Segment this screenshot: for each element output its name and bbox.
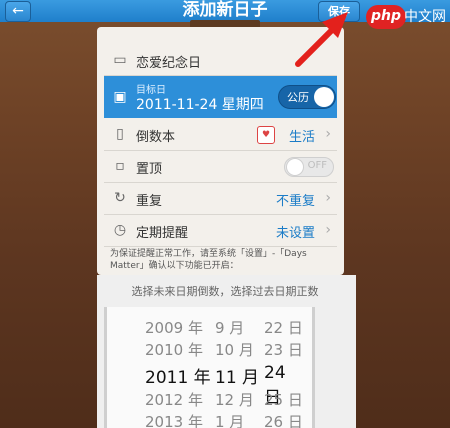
event-name-label: 恋爱纪念日 [136, 56, 202, 71]
month-option[interactable]: 12 月 [215, 389, 260, 410]
watermark-text: 中文网 [404, 9, 446, 25]
countdown-book-label: 倒数本 [136, 130, 176, 145]
briefcase-icon: ▭ [113, 52, 127, 68]
year-option[interactable]: 2011 年 [145, 363, 215, 388]
picker-hint: 选择未来日期倒数，选择过去日期正数 [131, 285, 319, 298]
year-option[interactable]: 2012 年 [145, 389, 215, 410]
target-date-value: 2011-11-24 星期四 [136, 97, 264, 113]
year-column[interactable]: 2009 年 2010 年 2011 年 2012 年 2013 年 [145, 307, 215, 428]
watermark-logo: php [366, 5, 407, 29]
countdown-book-value: 生活 [288, 130, 315, 145]
chevron-right-icon: › [325, 190, 331, 206]
year-option[interactable]: 2009 年 [145, 317, 215, 338]
toggle-knob [314, 87, 334, 107]
month-option[interactable]: 1 月 [215, 411, 260, 428]
toggle-knob [286, 158, 304, 176]
repeat-icon: ↻ [114, 190, 126, 206]
pin-label: 置顶 [136, 162, 163, 177]
repeat-label: 重复 [136, 194, 163, 209]
day-column[interactable]: 22 日 23 日 24 日 25 日 26 日 [264, 307, 304, 428]
calendar-type-label: 公历 [287, 91, 309, 104]
reminder-label: 定期提醒 [136, 226, 189, 241]
month-option[interactable]: 11 月 [215, 363, 260, 388]
reminder-value: 未设置 [275, 226, 315, 241]
day-option[interactable]: 22 日 [264, 317, 304, 338]
year-option[interactable]: 2010 年 [145, 339, 215, 360]
annotation-arrow [295, 12, 348, 67]
pin-toggle[interactable]: OFF [284, 157, 334, 177]
target-date-row[interactable]: ▣ 目标日 2011-11-24 星期四 公历 [104, 76, 337, 118]
pin-toggle-text: OFF [307, 160, 327, 171]
calendar-icon: ▣ [113, 89, 127, 105]
year-option[interactable]: 2013 年 [145, 411, 215, 428]
countdown-book-row[interactable]: ▯ 倒数本 ♥ 生活 › [104, 119, 337, 151]
pin-row: ▫ 置顶 OFF [104, 151, 337, 183]
site-watermark: php 中文网 [366, 5, 450, 29]
book-icon: ▯ [116, 126, 124, 142]
day-option[interactable]: 25 日 [264, 389, 304, 410]
reminder-row[interactable]: ◷ 定期提醒 未设置 › [104, 215, 337, 247]
app-screen: ← 添加新日子 保存 php 中文网 ▭ 恋爱纪念日 ▣ 目标日 2011-11… [0, 0, 450, 428]
chevron-right-icon: › [325, 126, 331, 142]
reminder-note: 为保证提醒正常工作，请至系统「设置」-「Days Matter」确认以下功能已开… [110, 249, 307, 271]
month-option[interactable]: 10 月 [215, 339, 260, 360]
day-option[interactable]: 26 日 [264, 411, 304, 428]
calendar-type-toggle[interactable]: 公历 [278, 85, 336, 109]
heart-calendar-icon: ♥ [257, 126, 275, 144]
chevron-right-icon: › [325, 222, 331, 238]
day-option[interactable]: 23 日 [264, 339, 304, 360]
month-column[interactable]: 9 月 10 月 11 月 12 月1 月 [215, 307, 260, 428]
repeat-row[interactable]: ↻ 重复 不重复 › [104, 183, 337, 215]
alarm-clock-icon: ◷ [113, 222, 127, 238]
date-picker-wheel[interactable]: 2009 年 2010 年 2011 年 2012 年 2013 年 9 月 10 月 11… [104, 307, 315, 428]
pin-icon: ▫ [115, 158, 125, 174]
repeat-value: 不重复 [275, 194, 315, 209]
month-option[interactable]: 9 月 [215, 317, 260, 338]
